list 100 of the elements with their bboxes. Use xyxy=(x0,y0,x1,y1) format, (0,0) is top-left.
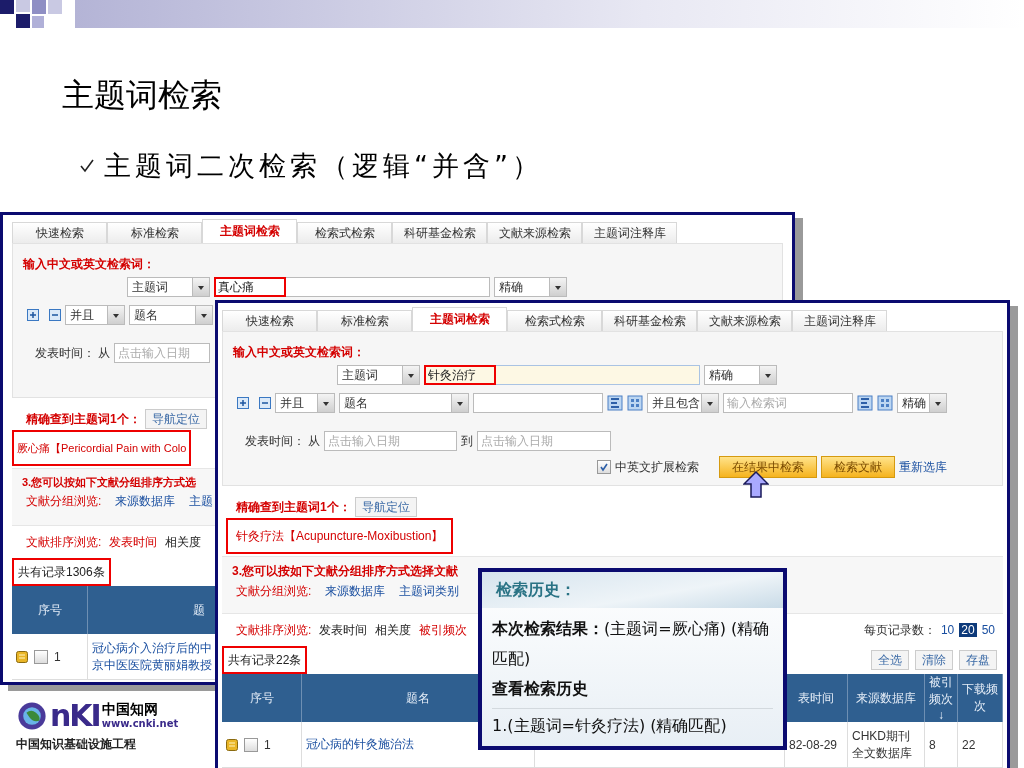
dropdown[interactable]: 精确 xyxy=(494,277,567,297)
current-result: 本次检索结果：(主题词=厥心痛) (精确匹配) xyxy=(492,618,771,670)
logo-url: www.cnki.net xyxy=(101,718,179,729)
caret-icon xyxy=(195,306,212,324)
document-icon[interactable] xyxy=(226,738,238,751)
date-field[interactable]: 点击输入日期 xyxy=(324,431,458,451)
tab[interactable]: 快速检索 xyxy=(222,310,317,331)
column-header: 序号 xyxy=(12,586,88,634)
tab[interactable]: 标准检索 xyxy=(317,310,412,331)
action-button[interactable]: 存盘 xyxy=(959,650,997,670)
title-link[interactable]: 冠心病的针灸施治法 xyxy=(306,736,414,753)
popup-title: 检索历史： xyxy=(482,572,783,608)
action-button[interactable]: 清除 xyxy=(915,650,953,670)
document-icon[interactable] xyxy=(16,650,28,663)
page-size-option[interactable]: 50 xyxy=(979,623,997,637)
tab[interactable]: 主题词注释库 xyxy=(582,222,677,243)
dropdown[interactable]: 主题词 xyxy=(337,365,420,385)
sort-option[interactable]: 被引频次 xyxy=(419,621,468,639)
dropdown[interactable]: 题名 xyxy=(339,393,469,413)
group-link[interactable]: 主题词类别 xyxy=(399,582,460,600)
dropdown[interactable]: 题名 xyxy=(129,305,213,325)
found-label: 精确查到主题词1个： xyxy=(236,498,351,516)
reset-link[interactable]: 重新选库 xyxy=(899,458,947,476)
caret-icon xyxy=(759,366,776,384)
group-link[interactable]: 来源数据库 xyxy=(325,582,386,600)
caret-icon xyxy=(402,366,419,384)
tab[interactable]: 检索式检索 xyxy=(507,310,602,331)
dropdown[interactable]: 并且 xyxy=(65,305,125,325)
action-button[interactable]: 全选 xyxy=(871,650,909,670)
sort-option[interactable]: 发表时间 xyxy=(319,621,368,639)
tab[interactable]: 主题词检索 xyxy=(202,219,297,243)
search-button[interactable]: 在结果中检索 xyxy=(719,456,817,478)
tab[interactable]: 文献来源检索 xyxy=(487,222,582,243)
date-to-label: 到 xyxy=(461,432,474,450)
plus-icon[interactable] xyxy=(237,397,249,409)
group-link[interactable]: 来源数据库 xyxy=(115,492,176,510)
tab[interactable]: 科研基金检索 xyxy=(392,222,487,243)
page-size-option[interactable]: 20 xyxy=(959,623,977,637)
grid-icon[interactable] xyxy=(877,395,893,411)
group-link[interactable]: 主题 xyxy=(189,492,214,510)
caret-icon xyxy=(317,394,334,412)
caret-icon xyxy=(549,278,566,296)
minus-icon[interactable] xyxy=(49,309,61,321)
dropdown[interactable]: 精确 xyxy=(704,365,777,385)
page-size-option[interactable]: 10 xyxy=(938,623,957,637)
date-cell: 82-08-29 xyxy=(789,737,838,752)
column-header: 被引频次↓ xyxy=(925,674,958,722)
tab[interactable]: 主题词检索 xyxy=(412,307,507,331)
date-field[interactable]: 点击输入日期 xyxy=(114,343,211,363)
keyword-field[interactable]: 输入检索词 xyxy=(723,393,853,413)
found-term[interactable]: 厥心痛【Pericordial Pain with Colo xyxy=(12,430,192,466)
sort-option[interactable]: 相关度 xyxy=(165,533,202,551)
tab[interactable]: 科研基金检索 xyxy=(602,310,697,331)
dropdown[interactable]: 主题词 xyxy=(127,277,210,297)
text-field[interactable] xyxy=(473,393,603,413)
column-header: 序号 xyxy=(222,674,302,722)
record-count: 共有记录1306条 xyxy=(12,558,111,586)
checkbox[interactable] xyxy=(244,737,258,752)
page-size-label: 每页记录数： xyxy=(863,621,936,639)
group-heading: 3.您可以按如下文献分组排序方式选择文献 xyxy=(232,563,458,580)
query-field[interactable]: 针灸治疗 xyxy=(424,365,700,385)
grid-icon[interactable] xyxy=(627,395,643,411)
record-count: 共有记录22条 xyxy=(222,646,308,674)
nav-button[interactable]: 导航定位 xyxy=(144,409,207,429)
up-arrow-icon xyxy=(743,471,769,498)
history-item[interactable]: 1.(主题词=针灸疗法) (精确匹配) xyxy=(492,708,773,741)
column-header: 表时间 xyxy=(785,674,848,722)
bullet-text: 主题词二次检索（逻辑“并含”） xyxy=(104,149,543,183)
date-field[interactable]: 点击输入日期 xyxy=(477,431,612,451)
found-term[interactable]: 针灸疗法【Acupuncture-Moxibustion】 xyxy=(226,518,454,554)
plus-icon[interactable] xyxy=(27,309,39,321)
tab[interactable]: 主题词注释库 xyxy=(792,310,887,331)
checkbox[interactable] xyxy=(34,649,48,664)
tab[interactable]: 文献来源检索 xyxy=(697,310,792,331)
sort-option[interactable]: 发表时间 xyxy=(109,533,158,551)
sort-option[interactable]: 相关度 xyxy=(375,621,412,639)
row-number: 1 xyxy=(264,737,271,752)
logo-name: 中国知网 xyxy=(101,700,159,718)
dropdown[interactable]: 并且 xyxy=(275,393,335,413)
downloads-cell: 22 xyxy=(962,737,976,752)
title-link[interactable]: 冠心病介入治疗后的中 京中医医院黄丽娟教授 xyxy=(92,639,212,674)
dropdown[interactable]: 精确 xyxy=(897,393,947,413)
tab[interactable]: 快速检索 xyxy=(12,222,107,243)
checkbox[interactable] xyxy=(597,460,611,474)
found-label: 精确查到主题词1个： xyxy=(26,410,141,428)
date-label: 发表时间： 从 xyxy=(245,432,321,450)
nav-button[interactable]: 导航定位 xyxy=(354,497,417,517)
globe-icon xyxy=(16,700,48,732)
tab[interactable]: 标准检索 xyxy=(107,222,202,243)
query-field[interactable]: 真心痛 xyxy=(214,277,490,297)
search-prompt: 输入中文或英文检索词： xyxy=(23,256,156,272)
dropdown[interactable]: 并且包含 xyxy=(647,393,719,413)
sort-label: 文献排序浏览: xyxy=(26,533,102,551)
search-button[interactable]: 检索文献 xyxy=(821,456,895,478)
check-icon xyxy=(80,159,94,173)
tab[interactable]: 检索式检索 xyxy=(297,222,392,243)
checkbox-label: 中英文扩展检索 xyxy=(615,458,699,476)
minus-icon[interactable] xyxy=(259,397,271,409)
row-number: 1 xyxy=(54,649,61,664)
cited-cell: 8 xyxy=(929,737,936,752)
